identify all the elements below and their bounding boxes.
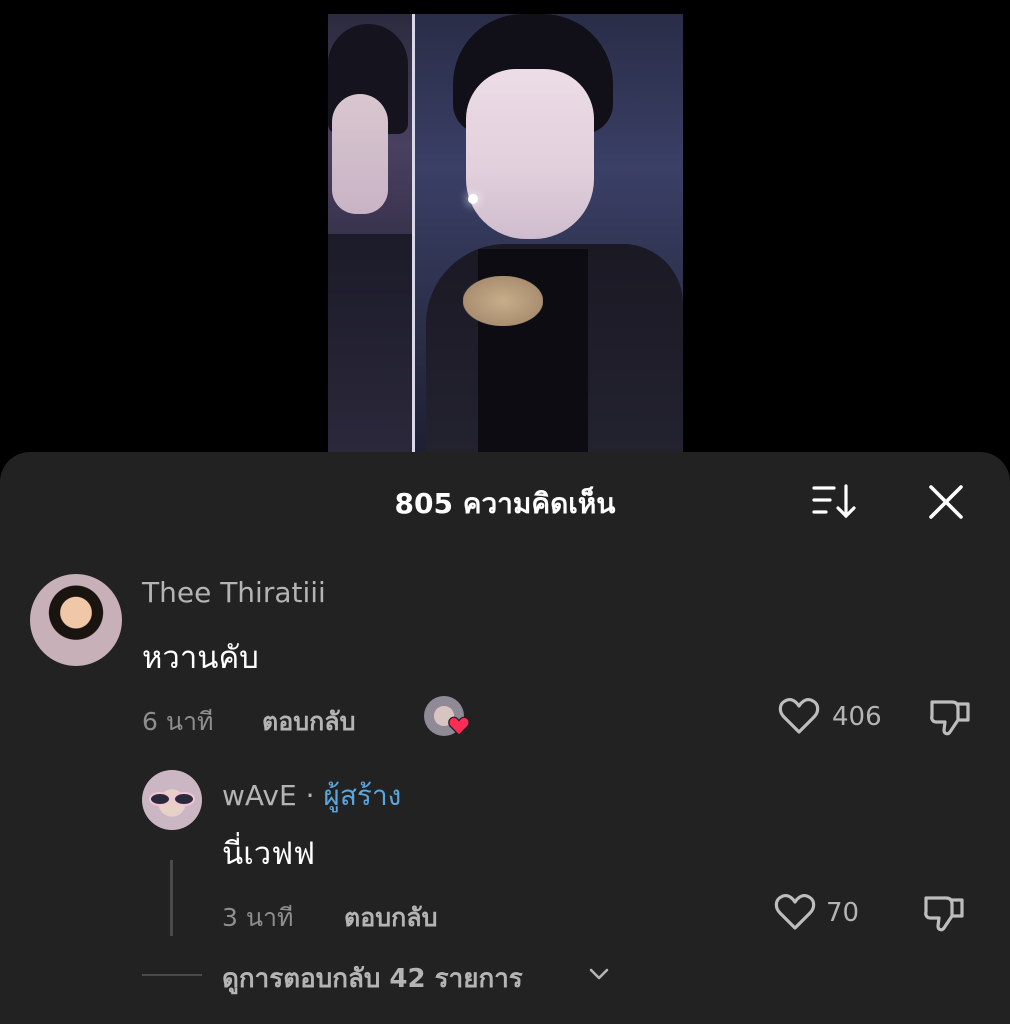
reply-header: wAvE · ผู้สร้าง [222,774,401,818]
comment-like-count: 406 [832,702,882,732]
reply-username[interactable]: wAvE [222,779,297,812]
thumbs-down-icon[interactable] [928,696,972,738]
photo-light [468,194,478,204]
view-replies-divider [142,974,202,976]
comment-reply-button[interactable]: ตอบกลับ [262,702,355,742]
heart-outline-icon[interactable] [778,696,820,736]
comment-username[interactable]: Thee Thiratiii [142,576,326,609]
reply-separator: · [305,779,315,812]
sort-icon [812,484,856,519]
reply-avatar[interactable] [142,770,202,830]
view-replies-button[interactable]: ดูการตอบกลับ 42 รายการ [222,958,523,999]
reply-reply-button[interactable]: ตอบกลับ [344,898,437,938]
comments-sheet: 805 ความคิดเห็น Thee Thiratiii หวานคับ 6… [0,452,1010,1024]
heart-outline-icon[interactable] [774,892,816,932]
page: 805 ความคิดเห็น Thee Thiratiii หวานคับ 6… [0,0,1010,1024]
reply-text: นี่เวฟฟ [222,836,316,872]
reply-like-count: 70 [826,898,860,928]
heart-badge-icon [448,716,470,736]
sort-button[interactable] [812,482,858,522]
comments-count-title: 805 ความคิดเห็น [394,487,616,520]
comment-text: หวานคับ [142,640,259,676]
avatar[interactable] [30,574,122,666]
thread-line [170,860,173,936]
reply-time: 3 นาที [222,903,294,932]
photo-bowtie [463,276,543,326]
close-button[interactable] [926,482,966,522]
creator-badge: ผู้สร้าง [323,779,402,812]
photo-face [332,94,388,214]
thumbs-down-icon[interactable] [922,892,966,934]
close-icon [929,485,963,519]
photo-left-panel [328,14,415,452]
comment-time: 6 นาที [142,707,214,736]
chevron-down-icon[interactable] [588,966,610,982]
photo-face-main [466,69,594,239]
video-thumbnail[interactable] [328,14,683,452]
sunglasses-icon [149,792,195,806]
photo-body [328,234,412,452]
